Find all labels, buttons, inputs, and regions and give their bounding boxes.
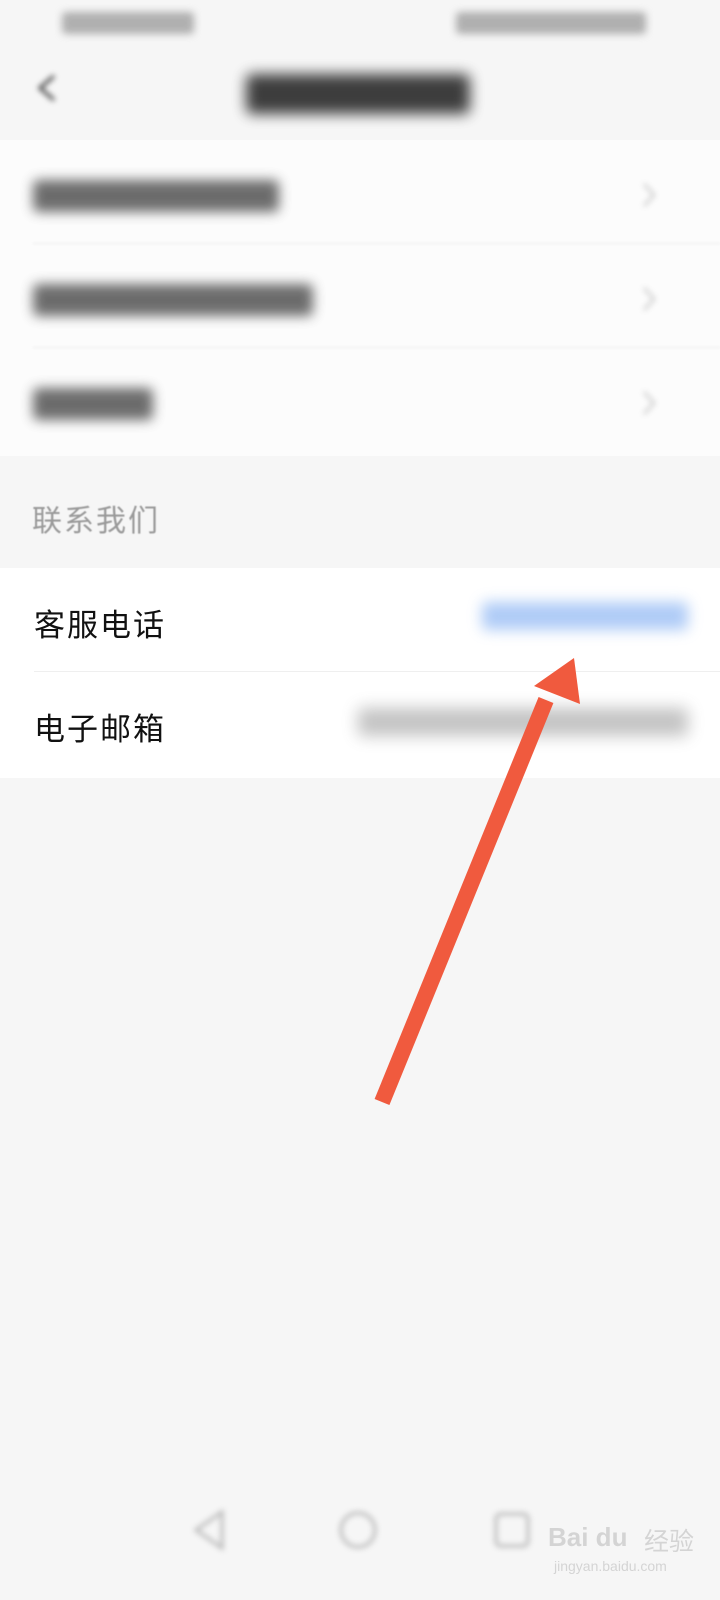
nav-home-icon[interactable] xyxy=(339,1511,377,1549)
email-address-value[interactable] xyxy=(358,708,688,736)
email-row[interactable]: 电子邮箱 xyxy=(0,672,720,776)
contact-section-header: 联系我们 xyxy=(0,456,720,568)
customer-service-phone-row[interactable]: 客服电话 xyxy=(0,568,720,672)
status-bar-battery-time xyxy=(456,12,646,34)
section-header-label: 联系我们 xyxy=(32,504,160,539)
status-bar xyxy=(0,0,720,50)
phone-number-link[interactable] xyxy=(482,602,688,630)
settings-row[interactable] xyxy=(0,140,720,244)
chevron-right-icon xyxy=(640,284,658,314)
back-arrow-icon[interactable] xyxy=(28,68,68,108)
settings-row-label xyxy=(33,180,279,212)
nav-bar xyxy=(0,50,720,132)
status-bar-signal-icons xyxy=(62,12,194,34)
settings-row[interactable] xyxy=(0,348,720,452)
nav-back-icon[interactable] xyxy=(193,1509,224,1551)
watermark-brand: Bai du xyxy=(548,1522,628,1552)
settings-row-label xyxy=(33,388,153,420)
settings-row[interactable] xyxy=(0,244,720,348)
baidu-jingyan-watermark: Bai du 经验 jingyan.baidu.com xyxy=(548,1516,716,1586)
watermark-cn: 经验 xyxy=(644,1527,695,1556)
settings-row-label xyxy=(33,284,313,316)
contact-card: 客服电话 电子邮箱 xyxy=(0,568,720,778)
contact-row-label: 电子邮箱 xyxy=(34,712,166,748)
watermark-url: jingyan.baidu.com xyxy=(554,1558,667,1574)
page-title xyxy=(246,74,470,114)
contact-row-label: 客服电话 xyxy=(34,608,166,644)
chevron-right-icon xyxy=(640,388,658,418)
settings-section xyxy=(0,140,720,456)
chevron-right-icon xyxy=(640,180,658,210)
nav-recents-icon[interactable] xyxy=(494,1512,530,1548)
